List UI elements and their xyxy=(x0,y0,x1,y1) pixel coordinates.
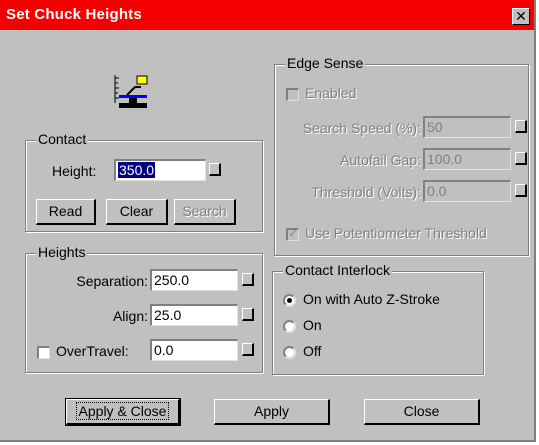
height-input[interactable]: 350.0 xyxy=(114,159,206,181)
separation-spin-button[interactable] xyxy=(242,273,254,286)
use-potentiometer-label: Use Potentiometer Threshold xyxy=(305,225,487,241)
search-speed-input[interactable]: 50 xyxy=(423,116,511,138)
search-button[interactable]: Search xyxy=(174,199,236,225)
autofail-gap-label: Autofail Gap: xyxy=(340,152,421,168)
heights-group: Heights Separation: 250.0 Align: 25.0 Ov… xyxy=(25,244,263,373)
interlock-radio-on[interactable] xyxy=(283,320,296,333)
close-button[interactable]: Close xyxy=(364,399,480,425)
separation-input[interactable]: 250.0 xyxy=(150,269,238,291)
edge-sense-legend: Edge Sense xyxy=(285,55,366,71)
interlock-radio-off[interactable] xyxy=(283,346,296,359)
threshold-label: Threshold (Volts): xyxy=(311,184,421,200)
interlock-option-on: On xyxy=(303,317,322,333)
contact-group: Contact Height: 350.0 Read Clear Search xyxy=(25,131,263,232)
autofail-gap-input[interactable]: 100.0 xyxy=(423,148,511,170)
autofail-gap-spin-button[interactable] xyxy=(515,152,527,165)
heights-legend: Heights xyxy=(36,244,88,260)
threshold-spin-button[interactable] xyxy=(515,184,527,197)
edge-sense-group: Edge Sense Enabled Search Speed (%): 50 … xyxy=(274,55,529,256)
read-button[interactable]: Read xyxy=(36,199,96,225)
height-spin-button[interactable] xyxy=(209,163,221,176)
interlock-option-auto-z: On with Auto Z-Stroke xyxy=(303,291,440,307)
search-label: Search xyxy=(182,203,227,219)
apply-and-close-label: Apply & Close xyxy=(75,402,170,420)
height-label: Height: xyxy=(52,163,97,179)
contact-interlock-legend: Contact Interlock xyxy=(283,262,393,278)
interlock-radio-auto-z[interactable] xyxy=(283,294,296,307)
overtravel-input[interactable]: 0.0 xyxy=(150,339,238,361)
align-spin-button[interactable] xyxy=(242,308,254,321)
chuck-height-icon xyxy=(113,73,149,111)
window-title: Set Chuck Heights xyxy=(6,6,142,23)
height-value: 350.0 xyxy=(118,162,156,178)
interlock-option-off: Off xyxy=(303,343,322,359)
align-label: Align: xyxy=(112,308,148,324)
overtravel-label: OverTravel: xyxy=(56,343,129,359)
close-window-button[interactable]: ✕ xyxy=(512,8,530,25)
search-speed-label: Search Speed (%): xyxy=(302,120,421,136)
contact-interlock-group: Contact Interlock On with Auto Z-Stroke … xyxy=(272,262,484,375)
apply-button[interactable]: Apply xyxy=(214,399,330,425)
apply-and-close-button[interactable]: Apply & Close xyxy=(65,398,181,426)
overtravel-spin-button[interactable] xyxy=(242,343,254,356)
enabled-checkbox[interactable] xyxy=(286,88,299,101)
contact-legend: Contact xyxy=(36,131,89,147)
threshold-input[interactable]: 0.0 xyxy=(423,180,511,202)
align-input[interactable]: 25.0 xyxy=(150,304,238,326)
use-potentiometer-checkbox[interactable]: ✓ xyxy=(286,228,299,241)
title-bar[interactable]: Set Chuck Heights ✕ xyxy=(0,0,534,30)
clear-button[interactable]: Clear xyxy=(106,199,168,225)
search-speed-spin-button[interactable] xyxy=(515,120,527,133)
overtravel-checkbox[interactable] xyxy=(37,346,50,359)
set-chuck-heights-dialog: Set Chuck Heights ✕ Contact Height: 350.… xyxy=(0,0,536,442)
separation-label: Separation: xyxy=(76,273,148,289)
enabled-label: Enabled xyxy=(305,85,357,101)
